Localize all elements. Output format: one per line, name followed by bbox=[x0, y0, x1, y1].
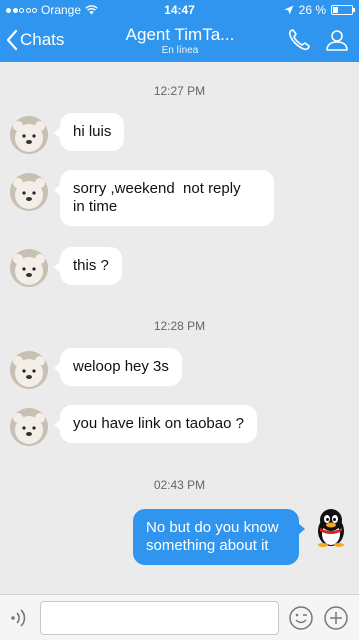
message-text: hi luis bbox=[73, 123, 112, 140]
back-chevron-icon bbox=[6, 29, 18, 51]
voice-button[interactable] bbox=[8, 606, 32, 635]
message-bubble-incoming[interactable]: weloop hey 3s bbox=[54, 348, 182, 386]
back-label: Chats bbox=[20, 30, 65, 49]
message-text: No but do you know bbox=[146, 519, 279, 536]
attach-button[interactable] bbox=[323, 605, 349, 636]
message-text: something about it bbox=[146, 537, 269, 554]
message-text: sorry ,weekend not reply bbox=[73, 180, 241, 197]
location-arrow-icon bbox=[284, 5, 294, 15]
message-list[interactable]: 12:27 PM hi luis sorry ,weekend not repl… bbox=[0, 62, 359, 594]
back-button[interactable]: Chats bbox=[6, 29, 64, 51]
status-right: 26 % bbox=[284, 3, 355, 17]
emoji-button[interactable] bbox=[288, 605, 314, 636]
message-text: this ? bbox=[73, 257, 109, 274]
message-bubble-incoming[interactable]: you have link on taobao ? bbox=[54, 405, 257, 443]
message-bubble-outgoing[interactable]: No but do you know something about it bbox=[133, 509, 305, 565]
message-bubble-incoming[interactable]: hi luis bbox=[53, 113, 125, 151]
contact-avatar[interactable] bbox=[10, 249, 48, 287]
contact-avatar[interactable] bbox=[10, 116, 48, 154]
message-text: you have link on taobao ? bbox=[73, 415, 244, 432]
battery-icon bbox=[331, 5, 355, 15]
time-separator: 12:27 PM bbox=[153, 84, 206, 98]
time-separator: 02:43 PM bbox=[153, 478, 206, 492]
contact-avatar[interactable] bbox=[10, 408, 48, 446]
user-icon bbox=[326, 30, 348, 51]
emoji-icon bbox=[289, 606, 313, 630]
chat-title-area[interactable]: Agent TimTa... En línea bbox=[100, 25, 260, 56]
contact-avatar[interactable] bbox=[10, 173, 48, 211]
contact-name: Agent TimTa... bbox=[125, 25, 235, 44]
nav-bar: Chats Agent TimTa... En línea bbox=[0, 20, 359, 62]
voice-icon bbox=[11, 609, 26, 627]
message-text: in time bbox=[73, 198, 118, 215]
contact-status: En línea bbox=[161, 45, 199, 56]
phone-icon bbox=[288, 29, 310, 51]
profile-button[interactable] bbox=[325, 28, 349, 57]
self-avatar[interactable] bbox=[312, 507, 350, 547]
input-bar bbox=[0, 594, 359, 640]
status-bar: Orange 14:47 26 % bbox=[0, 0, 359, 20]
time-separator: 12:28 PM bbox=[153, 319, 206, 333]
battery-percent: 26 % bbox=[298, 3, 326, 17]
call-button[interactable] bbox=[287, 28, 311, 57]
contact-avatar[interactable] bbox=[10, 351, 48, 389]
plus-icon bbox=[324, 606, 348, 630]
message-input[interactable] bbox=[40, 601, 279, 635]
message-bubble-incoming[interactable]: this ? bbox=[54, 247, 122, 285]
penguin-icon bbox=[318, 509, 344, 547]
message-bubble-incoming[interactable]: sorry ,weekend not reply in time bbox=[54, 170, 274, 226]
message-text: weloop hey 3s bbox=[73, 358, 169, 375]
